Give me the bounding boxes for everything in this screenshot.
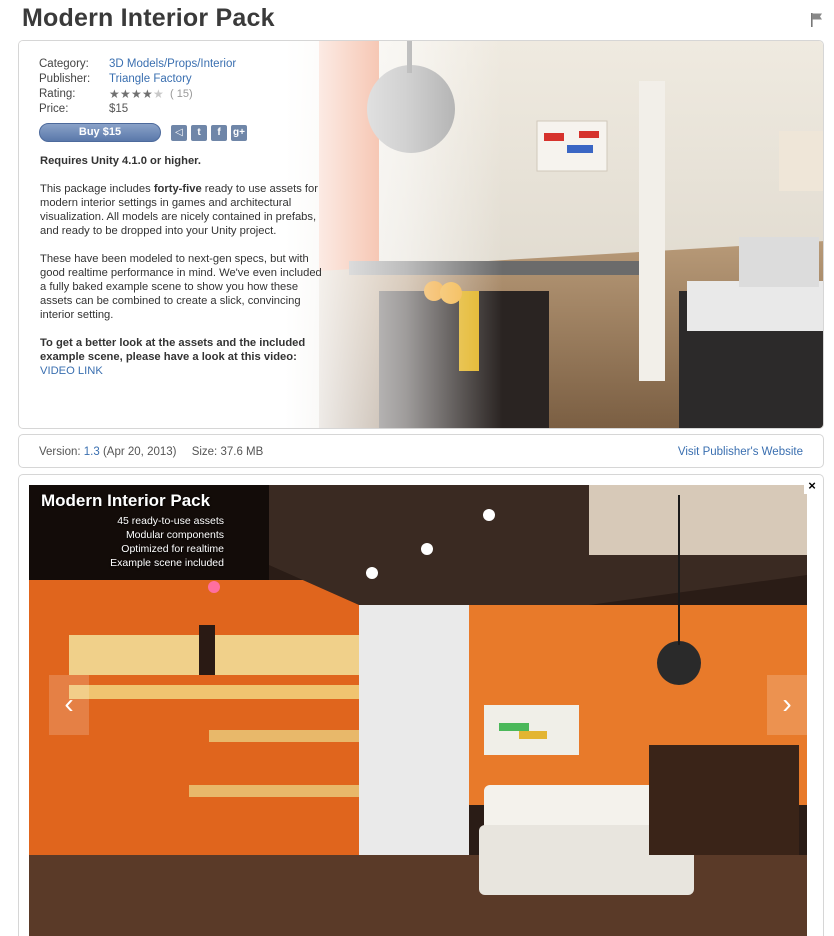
size-label: Size: (191, 446, 218, 458)
version-info: Version: 1.3 (Apr 20, 2013) Size: 37.6 M… (39, 446, 263, 458)
facebook-icon[interactable]: f (211, 124, 227, 141)
gallery-overlay-title: Modern Interior Pack (41, 491, 211, 510)
size-value: 37.6 MB (220, 446, 264, 458)
star-icon: ★ (109, 87, 120, 101)
unity-requirement: Requires Unity 4.1.0 or higher. (40, 155, 202, 167)
description-paragraph-1: This package includes forty-five ready t… (40, 182, 330, 238)
price-label: Price: (39, 103, 69, 115)
video-link[interactable]: VIDEO LINK (40, 365, 103, 377)
star-icon: ★ (153, 87, 164, 101)
chevron-left-icon[interactable]: ‹ (49, 675, 89, 735)
version-link[interactable]: 1.3 (84, 446, 100, 458)
desc-p3-bold: To get a better look at the assets and t… (40, 337, 306, 363)
publisher-link[interactable]: Triangle Factory (109, 72, 192, 87)
price-value: $15 (109, 103, 129, 115)
category-link[interactable]: 3D Models/Props/Interior (109, 57, 236, 72)
product-meta: Category: 3D Models/Props/Interior Publi… (39, 57, 236, 117)
description: Requires Unity 4.1.0 or higher. This pac… (40, 154, 330, 392)
visit-publisher-link[interactable]: Visit Publisher's Website (678, 446, 803, 458)
page-title: Modern Interior Pack (22, 4, 275, 32)
star-icon: ★ (120, 87, 131, 101)
gallery-image[interactable]: Modern Interior Pack 45 ready-to-use ass… (29, 485, 807, 936)
star-icon: ★ (131, 87, 142, 101)
google-plus-icon[interactable]: g+ (231, 124, 247, 141)
version-date: (Apr 20, 2013) (102, 446, 177, 458)
product-info-panel: Category: 3D Models/Props/Interior Publi… (18, 40, 824, 429)
rating-count: ( 15) (170, 88, 193, 100)
chevron-right-icon[interactable]: › (767, 675, 807, 735)
desc-p1-start: This package includes (40, 183, 154, 195)
version-bar: Version: 1.3 (Apr 20, 2013) Size: 37.6 M… (18, 434, 824, 468)
star-icon: ★ (142, 87, 153, 101)
desc-p1-bold: forty-five (153, 183, 202, 195)
rating-stars: ★ ★ ★ ★ ★ (109, 87, 164, 102)
screenshot-gallery: Modern Interior Pack 45 ready-to-use ass… (18, 474, 824, 936)
gallery-overlay-line: Optimized for realtime (121, 543, 224, 555)
version-label: Version: (39, 446, 81, 458)
publisher-label: Publisher: (39, 73, 91, 85)
flag-icon[interactable] (810, 12, 824, 28)
close-icon[interactable]: × (804, 478, 820, 494)
gallery-overlay-line: Modular components (125, 529, 224, 541)
twitter-icon[interactable]: t (191, 124, 207, 141)
buy-share-row: Buy $15 ◁ t f g+ (39, 123, 247, 142)
unity-icon[interactable]: ◁ (171, 124, 187, 141)
gallery-overlay-line: 45 ready-to-use assets (117, 515, 224, 527)
description-paragraph-3: To get a better look at the assets and t… (40, 336, 330, 378)
gallery-overlay-line: Example scene included (110, 557, 224, 569)
category-label: Category: (39, 58, 89, 70)
description-paragraph-2: These have been modeled to next-gen spec… (40, 253, 322, 321)
buy-button[interactable]: Buy $15 (39, 123, 161, 142)
rating-label: Rating: (39, 88, 76, 100)
